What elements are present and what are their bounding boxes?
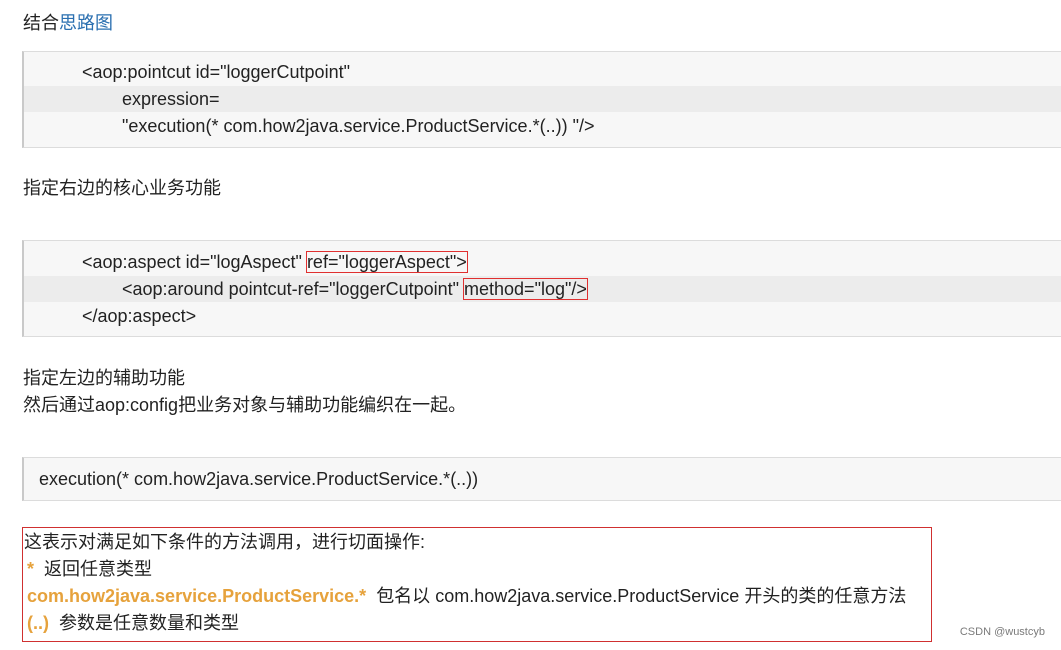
note-auxiliary: 指定左边的辅助功能 — [23, 368, 185, 388]
code-block-pointcut: <aop:pointcut id="loggerCutpoint" expres… — [22, 51, 1061, 148]
item-key: * — [27, 559, 35, 579]
explanation-heading: 这表示对满足如下条件的方法调用，进行切面操作: — [24, 532, 425, 552]
item-desc: 返回任意类型 — [44, 559, 153, 579]
explanation-item: * 返回任意类型 — [27, 556, 152, 582]
intro-prefix: 结合 — [23, 13, 59, 33]
code-line: "execution(* com.how2java.service.Produc… — [122, 116, 595, 136]
code-block-aspect: <aop:aspect id="logAspect" ref="loggerAs… — [22, 240, 1061, 337]
explanation-item: (..) 参数是任意数量和类型 — [27, 610, 239, 636]
code-line: execution(* com.how2java.service.Product… — [39, 469, 479, 489]
mindmap-link[interactable]: 思路图 — [59, 13, 113, 33]
code-line: <aop:aspect id="logAspect" ref="loggerAs… — [24, 249, 1061, 275]
code-text: <aop:aspect id="logAspect" — [82, 252, 307, 272]
code-line: expression= — [24, 86, 1061, 112]
intro-line: 结合思路图 — [23, 10, 113, 36]
highlight-method: method="log"/> — [463, 278, 588, 300]
item-desc: 包名以 com.how2java.service.ProductService … — [376, 586, 907, 606]
note-core-business: 指定右边的核心业务功能 — [23, 178, 221, 198]
highlight-ref: ref="loggerAspect"> — [305, 251, 468, 273]
explanation-item: com.how2java.service.ProductService.* 包名… — [27, 583, 906, 609]
code-text: <aop:around pointcut-ref="loggerCutpoint… — [122, 279, 465, 299]
note-weave: 然后通过aop:config把业务对象与辅助功能编织在一起。 — [23, 395, 467, 415]
code-line: </aop:aspect> — [82, 306, 197, 326]
code-line: <aop:pointcut id="loggerCutpoint" — [82, 62, 350, 82]
item-key: com.how2java.service.ProductService.* — [27, 586, 367, 606]
item-key: (..) — [27, 613, 49, 633]
csdn-watermark: CSDN @wustcyb — [959, 626, 1045, 638]
code-line: <aop:around pointcut-ref="loggerCutpoint… — [24, 276, 1061, 302]
item-desc: 参数是任意数量和类型 — [59, 613, 240, 633]
code-block-execution: execution(* com.how2java.service.Product… — [22, 457, 1061, 501]
